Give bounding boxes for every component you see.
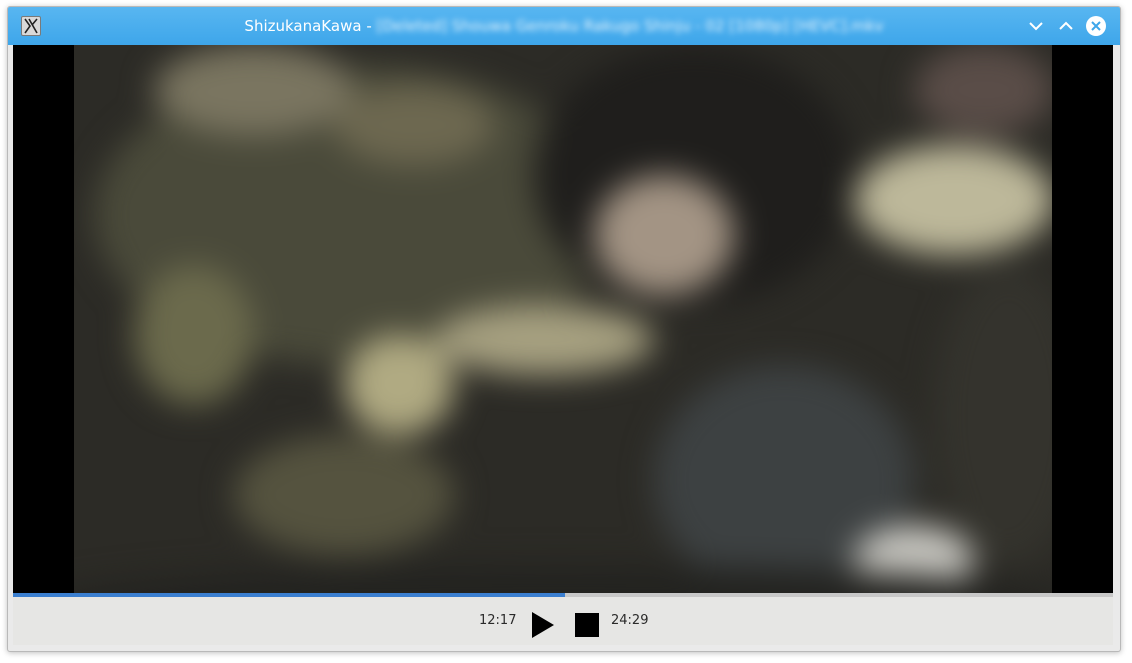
- app-name: ShizukanaKawa: [244, 17, 362, 35]
- chevron-down-icon: [1029, 22, 1043, 31]
- play-button[interactable]: [531, 611, 555, 639]
- minimize-button[interactable]: [1025, 15, 1047, 37]
- window-title: ShizukanaKawa - [Deleted] Shouwa Genroku…: [8, 17, 1120, 35]
- video-viewport[interactable]: [13, 45, 1113, 593]
- title-bar[interactable]: ShizukanaKawa - [Deleted] Shouwa Genroku…: [8, 7, 1120, 45]
- close-button[interactable]: [1085, 15, 1107, 37]
- player-content: 12:17 24:29: [13, 45, 1113, 645]
- file-name: [Deleted] Shouwa Genroku Rakugo Shinju -…: [376, 17, 884, 35]
- current-time: 12:17: [479, 613, 517, 628]
- close-circle-icon: [1086, 16, 1106, 36]
- stop-button[interactable]: [575, 613, 599, 637]
- play-icon: [532, 612, 554, 638]
- chevron-up-icon: [1059, 21, 1073, 30]
- total-time: 24:29: [611, 613, 649, 628]
- title-separator: -: [361, 17, 377, 35]
- player-window: ShizukanaKawa - [Deleted] Shouwa Genroku…: [7, 6, 1121, 652]
- playback-controls: 12:17 24:29: [13, 597, 1113, 645]
- maximize-button[interactable]: [1055, 15, 1077, 37]
- video-frame: [74, 45, 1052, 593]
